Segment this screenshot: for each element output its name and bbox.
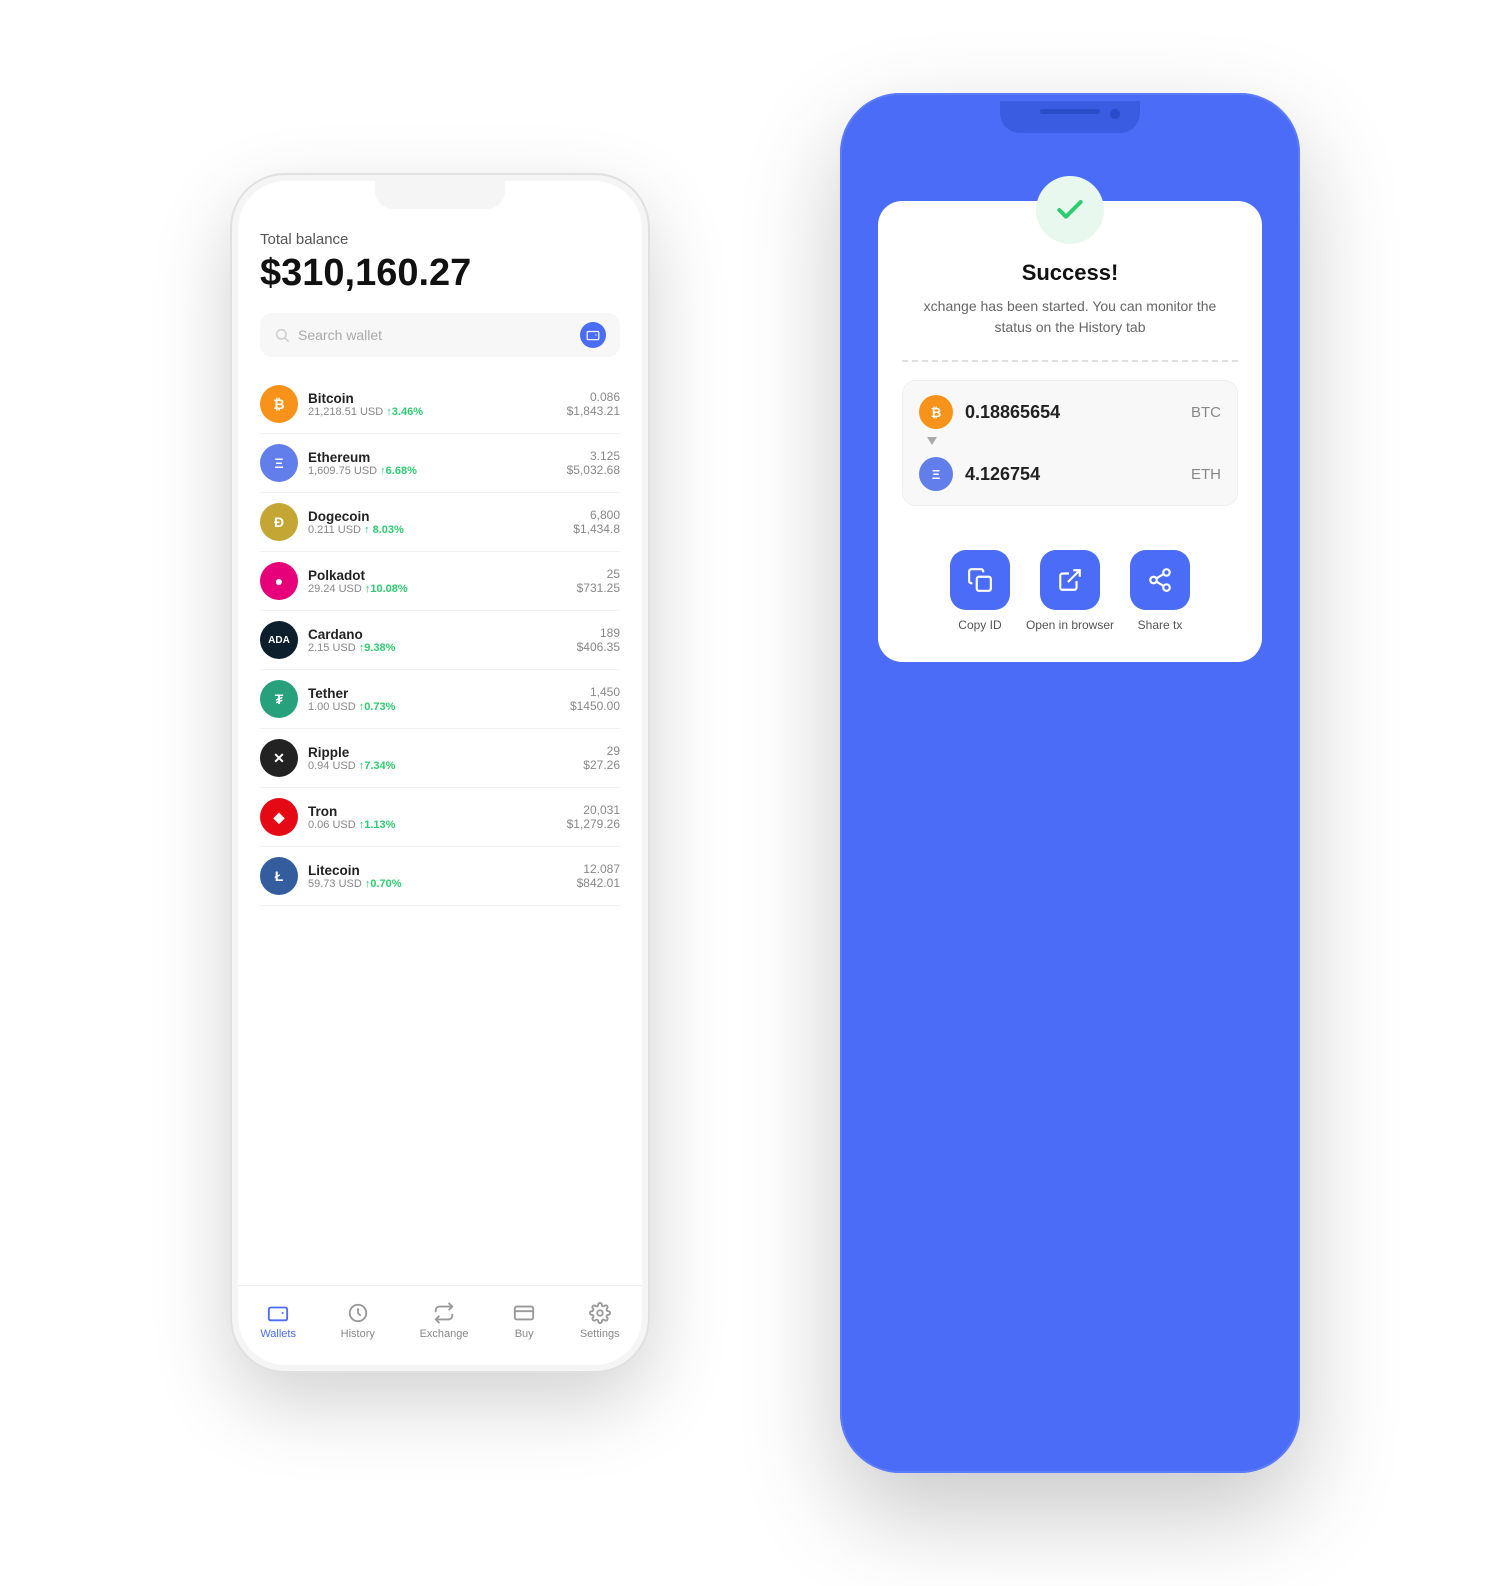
from-row: ₿ 0.18865654 BTC <box>903 381 1237 443</box>
wallet-toggle-icon[interactable] <box>580 322 606 348</box>
nav-buy-label: Buy <box>515 1328 534 1340</box>
phone-right: Success! xchange has been started. You c… <box>840 93 1300 1473</box>
success-title: Success! <box>1022 260 1119 286</box>
btc-icon: ₿ <box>260 385 298 423</box>
from-amount: 0.18865654 <box>965 402 1191 423</box>
exchange-pair: ₿ 0.18865654 BTC <box>902 380 1238 528</box>
search-bar[interactable]: Search wallet <box>260 313 620 357</box>
xrp-icon: ✕ <box>260 739 298 777</box>
open-browser-button[interactable]: Open in browser <box>1026 550 1114 632</box>
usdt-icon: ₮ <box>260 680 298 718</box>
share-tx-label: Share tx <box>1138 618 1183 632</box>
notch-left <box>375 181 505 209</box>
copy-icon <box>967 567 993 593</box>
trx-icon: ◆ <box>260 798 298 836</box>
eth-icon: Ξ <box>260 444 298 482</box>
list-item[interactable]: ₿ Bitcoin 21,218.51 USD ↑3.46% 0.086 $1,… <box>260 375 620 434</box>
ada-icon: ADA <box>260 621 298 659</box>
success-card: Success! xchange has been started. You c… <box>878 201 1262 662</box>
balance-amount: $310,160.27 <box>260 252 620 295</box>
coin-amounts: 0.086 $1,843.21 <box>567 390 620 418</box>
copy-id-button[interactable]: Copy ID <box>950 550 1010 632</box>
from-coin-icon: ₿ <box>919 395 953 429</box>
total-balance-label: Total balance <box>260 231 620 248</box>
notch-right <box>1000 101 1140 133</box>
nav-settings-label: Settings <box>580 1328 620 1340</box>
nav-history-label: History <box>341 1328 375 1340</box>
copy-id-label: Copy ID <box>958 618 1001 632</box>
coin-list: ₿ Bitcoin 21,218.51 USD ↑3.46% 0.086 $1,… <box>260 375 620 906</box>
list-item[interactable]: Ð Dogecoin 0.211 USD ↑ 8.03% 6,800 $1,43… <box>260 493 620 552</box>
from-ticker: BTC <box>1191 404 1221 421</box>
list-item[interactable]: ● Polkadot 29.24 USD ↑10.08% 25 $731.25 <box>260 552 620 611</box>
dot-icon: ● <box>260 562 298 600</box>
list-item[interactable]: ADA Cardano 2.15 USD ↑9.38% 189 $406.35 <box>260 611 620 670</box>
nav-exchange[interactable]: Exchange <box>420 1302 469 1340</box>
nav-wallets-label: Wallets <box>260 1328 296 1340</box>
list-item[interactable]: ✕ Ripple 0.94 USD ↑7.34% 29 $27.26 <box>260 729 620 788</box>
nav-settings[interactable]: Settings <box>580 1302 620 1340</box>
to-ticker: ETH <box>1191 466 1221 483</box>
list-item[interactable]: Ł Litecoin 59.73 USD ↑0.70% 12.087 $842.… <box>260 847 620 906</box>
phone-left: Total balance $310,160.27 Search wallet <box>230 173 650 1373</box>
nav-history[interactable]: History <box>341 1302 375 1340</box>
speaker <box>1040 109 1100 114</box>
external-icon-bg <box>1040 550 1100 610</box>
list-item[interactable]: ₮ Tether 1.00 USD ↑0.73% 1,450 $1450.00 <box>260 670 620 729</box>
success-checkmark <box>1036 176 1104 244</box>
nav-buy[interactable]: Buy <box>513 1302 535 1340</box>
share-icon <box>1147 567 1173 593</box>
ltc-icon: Ł <box>260 857 298 895</box>
to-coin-icon: Ξ <box>919 457 953 491</box>
open-browser-label: Open in browser <box>1026 618 1114 632</box>
nav-exchange-label: Exchange <box>420 1328 469 1340</box>
action-buttons: Copy ID Open in browser <box>902 550 1238 632</box>
copy-icon-bg <box>950 550 1010 610</box>
list-item[interactable]: Ξ Ethereum 1,609.75 USD ↑6.68% 3.125 $5,… <box>260 434 620 493</box>
coin-info: Bitcoin 21,218.51 USD ↑3.46% <box>308 391 567 418</box>
success-description: xchange has been started. You can monito… <box>902 296 1238 338</box>
external-link-icon <box>1057 567 1083 593</box>
doge-icon: Ð <box>260 503 298 541</box>
search-placeholder: Search wallet <box>298 327 382 343</box>
search-icon <box>274 327 290 343</box>
divider <box>902 360 1238 362</box>
share-icon-bg <box>1130 550 1190 610</box>
to-amount: 4.126754 <box>965 464 1191 485</box>
exchange-rows: ₿ 0.18865654 BTC <box>902 380 1238 506</box>
bottom-nav: Wallets History Exchange <box>238 1285 642 1365</box>
camera <box>1110 109 1120 119</box>
list-item[interactable]: ◆ Tron 0.06 USD ↑1.13% 20,031 $1,279.26 <box>260 788 620 847</box>
to-row: Ξ 4.126754 ETH <box>903 443 1237 505</box>
side-tab <box>1288 753 1292 813</box>
arrow-down-icon <box>925 433 939 447</box>
share-tx-button[interactable]: Share tx <box>1130 550 1190 632</box>
nav-wallets[interactable]: Wallets <box>260 1302 296 1340</box>
